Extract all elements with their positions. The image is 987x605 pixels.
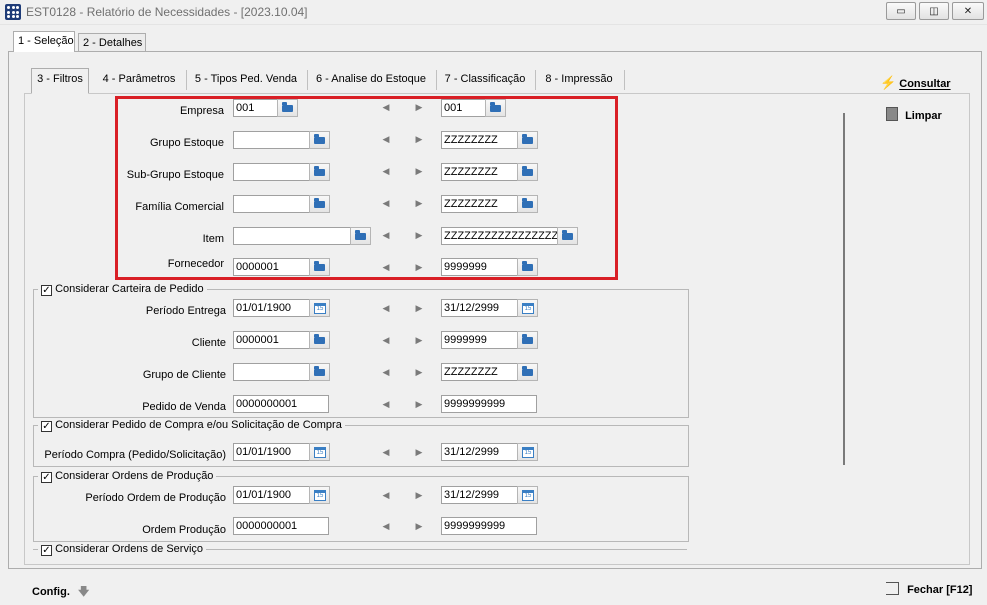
grupo-cliente-from-input[interactable] [233, 363, 311, 381]
config-label: Config. [32, 586, 70, 598]
close-button[interactable]: ✕ [952, 2, 984, 20]
servico-group-header: ✓ Considerar Ordens de Serviço [38, 543, 207, 556]
calendar-icon[interactable]: 15 [517, 443, 538, 461]
calendar-icon[interactable]: 15 [517, 486, 538, 504]
arrow-right-icon[interactable]: ▶ [414, 398, 424, 410]
arrow-right-icon[interactable]: ▶ [414, 366, 424, 378]
consultar-label: Consultar [899, 78, 951, 90]
tab-separator [307, 70, 308, 90]
periodo-entrega-label: Período Entrega [145, 305, 226, 317]
tab-parametros[interactable]: 4 - Parâmetros [97, 69, 181, 90]
arrow-left-icon[interactable]: ◀ [381, 334, 391, 346]
arrow-left-icon[interactable]: ◀ [381, 520, 391, 532]
restore-button[interactable]: ◫ [919, 2, 949, 20]
cliente-from-input[interactable]: 0000001 [233, 331, 311, 349]
tab-separator [535, 70, 536, 90]
tab-separator [186, 70, 187, 90]
folder-lookup-icon[interactable] [517, 331, 538, 349]
periodo-entrega-to-input[interactable]: 31/12/2999 [441, 299, 519, 317]
lightning-icon: ⚡ [880, 75, 897, 90]
servico-checkbox[interactable]: ✓ [41, 545, 52, 556]
arrow-left-icon[interactable]: ◀ [381, 302, 391, 314]
tab-analise-estoque[interactable]: 6 - Analise do Estoque [311, 69, 431, 90]
title-bar: EST0128 - Relatório de Necessidades - [2… [0, 0, 987, 25]
producao-title: Considerar Ordens de Produção [55, 470, 214, 482]
cliente-label: Cliente [191, 337, 226, 349]
periodo-op-label: Período Ordem de Produção [85, 492, 226, 504]
cliente-to-input[interactable]: 9999999 [441, 331, 519, 349]
periodo-op-to-input[interactable]: 31/12/2999 [441, 486, 519, 504]
ordem-producao-label: Ordem Produção [142, 524, 226, 536]
arrow-right-icon[interactable]: ▶ [414, 334, 424, 346]
tab-separator [624, 70, 625, 90]
config-button[interactable]: Config. 🡇 [32, 583, 89, 602]
app-icon [5, 4, 21, 20]
limpar-label: Limpar [905, 110, 942, 122]
compra-group-header: ✓ Considerar Pedido de Compra e/ou Solic… [38, 419, 345, 432]
arrow-left-icon[interactable]: ◀ [381, 446, 391, 458]
carteira-title: Considerar Carteira de Pedido [55, 283, 204, 295]
grupo-cliente-label: Grupo de Cliente [142, 369, 226, 381]
calendar-icon[interactable]: 15 [517, 299, 538, 317]
calendar-icon[interactable]: 15 [309, 443, 330, 461]
calendar-icon[interactable]: 15 [309, 486, 330, 504]
calendar-icon[interactable]: 15 [309, 299, 330, 317]
copy-icon [886, 107, 898, 121]
carteira-group-header: ✓ Considerar Carteira de Pedido [38, 283, 207, 296]
arrow-right-icon[interactable]: ▶ [414, 520, 424, 532]
periodo-compra-to-input[interactable]: 31/12/2999 [441, 443, 519, 461]
tab-detalhes[interactable]: 2 - Detalhes [78, 33, 146, 51]
producao-group-header: ✓ Considerar Ordens de Produção [38, 470, 217, 483]
carteira-checkbox[interactable]: ✓ [41, 285, 52, 296]
tab-separator [436, 70, 437, 90]
window-title: EST0128 - Relatório de Necessidades - [2… [26, 5, 308, 19]
periodo-compra-from-input[interactable]: 01/01/1900 [233, 443, 311, 461]
scrollbar[interactable] [843, 113, 845, 465]
tab-filtros[interactable]: 3 - Filtros [31, 68, 89, 94]
pedido-venda-to-input[interactable]: 9999999999 [441, 395, 537, 413]
arrow-left-icon[interactable]: ◀ [381, 398, 391, 410]
arrow-down-icon: 🡇 [77, 586, 90, 598]
periodo-compra-label: Período Compra (Pedido/Solicitação) [44, 449, 226, 461]
exit-icon [886, 582, 899, 595]
minimize-button[interactable]: ▭ [886, 2, 916, 20]
consultar-button[interactable]: ⚡ Consultar [880, 75, 951, 91]
highlight-box [115, 96, 618, 280]
servico-title: Considerar Ordens de Serviço [55, 543, 204, 555]
arrow-left-icon[interactable]: ◀ [381, 366, 391, 378]
ordem-producao-to-input[interactable]: 9999999999 [441, 517, 537, 535]
tab-classificacao[interactable]: 7 - Classificação [440, 69, 530, 90]
limpar-button[interactable]: Limpar [886, 107, 942, 122]
producao-checkbox[interactable]: ✓ [41, 472, 52, 483]
folder-lookup-icon[interactable] [517, 363, 538, 381]
folder-lookup-icon[interactable] [309, 331, 330, 349]
arrow-right-icon[interactable]: ▶ [414, 446, 424, 458]
grupo-cliente-to-input[interactable]: ZZZZZZZZ [441, 363, 519, 381]
pedido-venda-label: Pedido de Venda [142, 401, 226, 413]
folder-lookup-icon[interactable] [309, 363, 330, 381]
fechar-label: Fechar [F12] [907, 584, 973, 596]
ordem-producao-from-input[interactable]: 0000000001 [233, 517, 329, 535]
tab-selecao[interactable]: 1 - Seleção [13, 31, 75, 52]
tab-tipos-ped-venda[interactable]: 5 - Tipos Ped. Venda [190, 69, 302, 90]
arrow-left-icon[interactable]: ◀ [381, 489, 391, 501]
periodo-op-from-input[interactable]: 01/01/1900 [233, 486, 311, 504]
compra-checkbox[interactable]: ✓ [41, 421, 52, 432]
arrow-right-icon[interactable]: ▶ [414, 489, 424, 501]
periodo-entrega-from-input[interactable]: 01/01/1900 [233, 299, 311, 317]
compra-title: Considerar Pedido de Compra e/ou Solicit… [55, 419, 342, 431]
fechar-button[interactable]: Fechar [F12] [886, 582, 972, 596]
arrow-right-icon[interactable]: ▶ [414, 302, 424, 314]
bottom-bar [0, 570, 987, 605]
pedido-venda-from-input[interactable]: 0000000001 [233, 395, 329, 413]
tab-impressao[interactable]: 8 - Impressão [539, 69, 619, 90]
